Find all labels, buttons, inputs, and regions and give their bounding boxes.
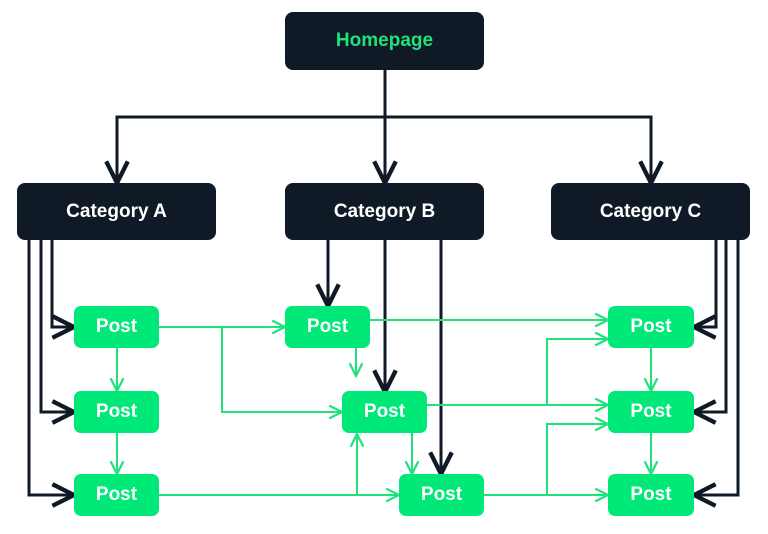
category-a-node: Category A [17, 183, 216, 240]
edge-a-to-a1 [50, 240, 74, 327]
category-b-node: Category B [285, 183, 484, 240]
post-node-b2: Post [342, 391, 427, 433]
edge-b3-to-c2 [546, 424, 608, 495]
edge-c-to-c1 [694, 240, 718, 327]
post-node-a1: Post [74, 306, 159, 348]
post-node-c3: Post [608, 474, 694, 516]
post-node-c1: Post [608, 306, 694, 348]
edge-home-to-c [385, 115, 651, 183]
post-node-a3: Post [74, 474, 159, 516]
edge-home-to-a [117, 115, 385, 183]
post-node-b1: Post [285, 306, 370, 348]
post-node-b3: Post [399, 474, 484, 516]
connections [27, 70, 740, 534]
homepage-node: Homepage [285, 12, 484, 70]
post-node-c2: Post [608, 391, 694, 433]
post-node-a2: Post [74, 391, 159, 433]
category-c-node: Category C [551, 183, 750, 240]
edge-b2-to-c1 [546, 339, 608, 405]
